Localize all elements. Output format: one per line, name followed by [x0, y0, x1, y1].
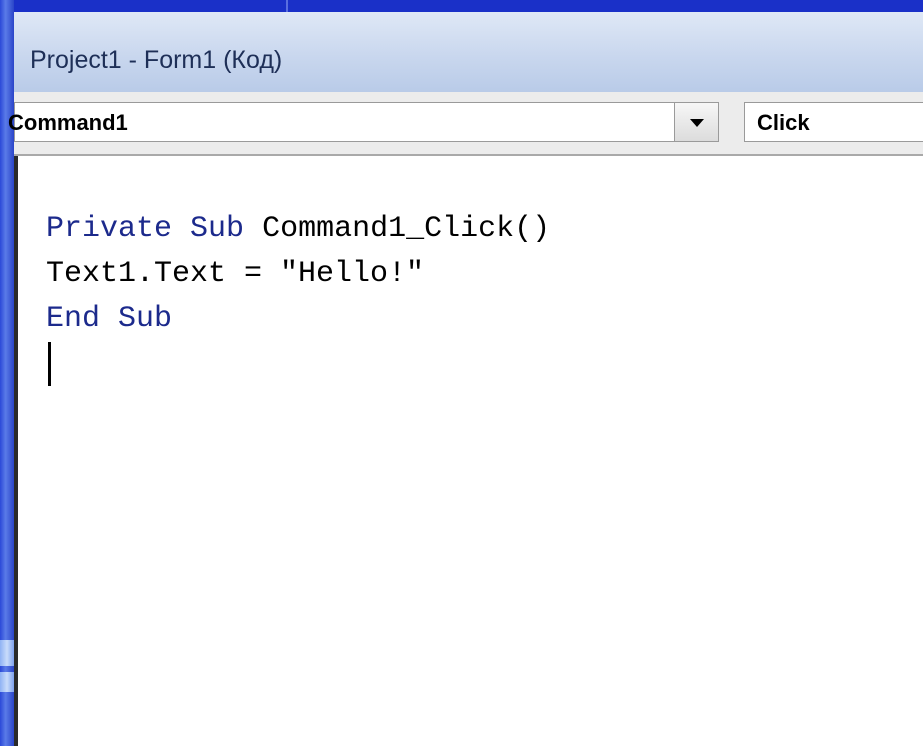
code-editor[interactable]: Private Sub Command1_Click() Text1.Text …: [14, 156, 923, 746]
code-line-1: Private Sub Command1_Click(): [46, 212, 550, 246]
window-edge-tick: [286, 0, 288, 12]
keyword-sub: Sub: [190, 212, 245, 246]
code-toolbar: Command1 Click: [8, 92, 923, 156]
keyword-sub: Sub: [118, 302, 173, 336]
desktop-edge-highlight: [0, 640, 14, 666]
keyword-private: Private: [46, 212, 173, 246]
code-window: Project1 - Form1 (Код) Command1 Click Pr…: [8, 12, 923, 746]
code-line-3: End Sub: [46, 302, 172, 336]
desktop-top-edge: [14, 0, 923, 12]
code-sub-name: Command1_Click(): [244, 212, 551, 246]
window-titlebar[interactable]: Project1 - Form1 (Код): [14, 12, 923, 92]
keyword-end: End: [46, 302, 101, 336]
object-dropdown-value: Command1: [8, 110, 128, 135]
window-title: Project1 - Form1 (Код): [30, 46, 283, 74]
text-caret: [48, 342, 51, 386]
object-dropdown[interactable]: Command1: [8, 102, 719, 142]
procedure-dropdown-value: Click: [757, 110, 810, 135]
chevron-down-icon: [690, 119, 704, 127]
object-dropdown-button[interactable]: [674, 103, 718, 141]
procedure-dropdown[interactable]: Click: [744, 102, 923, 142]
code-line-2: Text1.Text = "Hello!": [46, 257, 425, 291]
desktop-edge-highlight: [0, 672, 14, 692]
